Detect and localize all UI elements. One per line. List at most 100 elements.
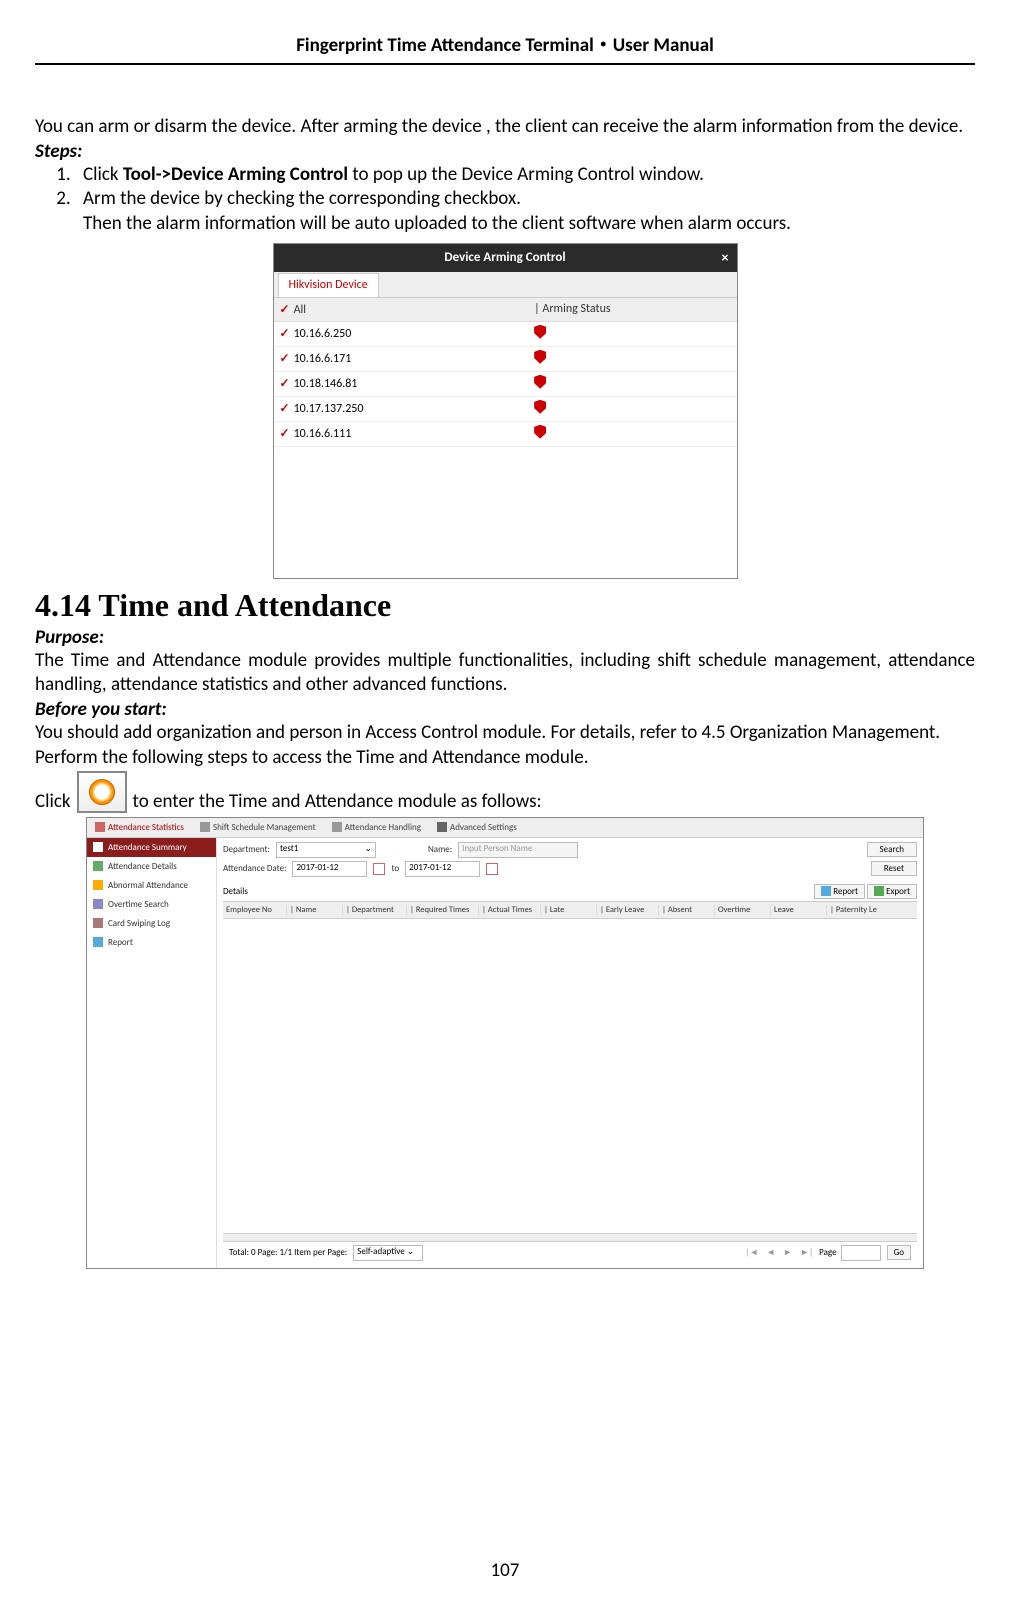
sidebar-item-abnormal[interactable]: Abnormal Attendance [87,876,216,895]
shield-icon [534,325,546,339]
search-icon [93,899,103,909]
arming-tabs: Hikvision Device [274,272,737,298]
col-required: | Required Times [407,905,479,915]
checkbox-icon[interactable]: ✓ [280,352,290,366]
shield-icon [534,375,546,389]
report-icon [821,886,831,896]
checkbox-icon[interactable]: ✓ [280,377,290,391]
search-button[interactable]: Search [867,842,917,857]
time-attendance-module: Attendance Statistics Shift Schedule Man… [86,817,924,1269]
arming-table: ✓All | Arming Status ✓10.16.6.250 ✓10.16… [274,298,737,447]
summary-icon [93,842,103,852]
tab-advanced-settings[interactable]: Advanced Settings [431,820,523,835]
close-icon[interactable]: × [722,249,729,266]
col-overtime: Overtime [715,905,771,915]
first-page-icon[interactable]: |◄ [743,1247,760,1258]
details-icon [93,861,103,871]
next-page-icon[interactable]: ► [781,1247,794,1258]
table-row: ✓10.16.6.250 [274,321,737,346]
report-button[interactable]: Report [814,884,865,899]
scrollbar[interactable] [223,1233,917,1241]
shield-icon [534,350,546,364]
name-input[interactable]: Input Person Name [458,842,578,858]
purpose-label: Purpose: [35,626,975,649]
page-number: 107 [0,1559,1010,1582]
export-button[interactable]: Export [867,884,917,899]
date-to-input[interactable]: 2017-01-12 [405,861,480,877]
purpose-text: The Time and Attendance module provides … [35,649,975,698]
step-2: Arm the device by checking the correspon… [75,187,975,212]
tab-attendance-statistics[interactable]: Attendance Statistics [89,820,190,835]
tab-hikvision-device[interactable]: Hikvision Device [278,273,379,297]
sidebar-item-overtime[interactable]: Overtime Search [87,895,216,914]
check-all-icon[interactable]: ✓ [280,303,290,317]
date-to-label: to [391,863,399,874]
reset-button[interactable]: Reset [871,861,917,876]
before-label: Before you start: [35,698,975,721]
tab-shift-schedule[interactable]: Shift Schedule Management [194,820,322,835]
col-all: All [294,303,306,317]
checkbox-icon[interactable]: ✓ [280,402,290,416]
export-icon [874,886,884,896]
warning-icon [93,880,103,890]
col-absent: | Absent [659,905,715,915]
table-header: Employee No | Name | Department | Requir… [223,901,917,919]
col-late: | Late [541,905,597,915]
ta-main-panel: Department: test1 ⌄ Name: Input Person N… [217,838,923,1268]
table-row: ✓10.16.6.171 [274,346,737,371]
table-footer: Total: 0 Page: 1/1 Item per Page: Self-a… [223,1241,917,1264]
perform-text: Perform the following steps to access th… [35,746,975,771]
wrench-icon [437,822,447,832]
col-arming-status: Arming Status [542,302,610,316]
click-instruction: Click to enter the Time and Attendance m… [35,771,975,813]
before-text: You should add organization and person i… [35,721,975,746]
steps-label: Steps: [35,140,975,163]
name-label: Name: [428,844,452,855]
calendar-icon[interactable] [373,863,385,875]
intro-paragraph: You can arm or disarm the device. After … [35,115,975,140]
time-attendance-icon[interactable] [77,771,127,813]
sidebar-item-report[interactable]: Report [87,933,216,952]
checkbox-icon[interactable]: ✓ [280,427,290,441]
date-label: Attendance Date: [223,863,286,874]
page-header: Fingerprint Time Attendance Terminal・Use… [35,30,975,65]
col-paternity: | Paternity Le [827,905,917,915]
date-from-input[interactable]: 2017-01-12 [292,861,367,877]
handling-icon [332,822,342,832]
items-per-page-select[interactable]: Self-adaptive ⌄ [353,1245,423,1261]
report-icon [93,937,103,947]
step-2-continuation: Then the alarm information will be auto … [83,212,975,237]
footer-total: Total: 0 Page: 1/1 Item per Page: [229,1247,347,1258]
ta-sidebar: Attendance Summary Attendance Details Ab… [87,838,217,1268]
dept-select[interactable]: test1 ⌄ [276,842,376,858]
sidebar-item-card-log[interactable]: Card Swiping Log [87,914,216,933]
tab-attendance-handling[interactable]: Attendance Handling [326,820,427,835]
stats-icon [95,822,105,832]
col-department: | Department [343,905,407,915]
table-row: ✓10.16.6.111 [274,421,737,446]
arming-titlebar: Device Arming Control × [274,244,737,272]
details-label: Details [223,886,248,897]
prev-page-icon[interactable]: ◄ [764,1247,777,1258]
page-label: Page [819,1247,836,1258]
table-row: ✓10.17.137.250 [274,396,737,421]
sidebar-item-details[interactable]: Attendance Details [87,857,216,876]
shield-icon [534,425,546,439]
table-body [223,919,917,1233]
checkbox-icon[interactable]: ✓ [280,327,290,341]
calendar-icon [200,822,210,832]
calendar-icon[interactable] [486,863,498,875]
shield-icon [534,400,546,414]
col-leave: Leave [771,905,827,915]
col-name: | Name [287,905,343,915]
go-button[interactable]: Go [887,1245,911,1260]
step-1: Click Tool->Device Arming Control to pop… [75,163,975,188]
last-page-icon[interactable]: ►| [798,1247,815,1258]
card-icon [93,918,103,928]
arming-control-window: Device Arming Control × Hikvision Device… [273,243,738,579]
col-early-leave: | Early Leave [597,905,659,915]
sidebar-item-summary[interactable]: Attendance Summary [87,838,216,857]
ta-tabs-bar: Attendance Statistics Shift Schedule Man… [87,818,923,838]
page-input[interactable] [841,1245,881,1261]
col-actual: | Actual Times [479,905,541,915]
